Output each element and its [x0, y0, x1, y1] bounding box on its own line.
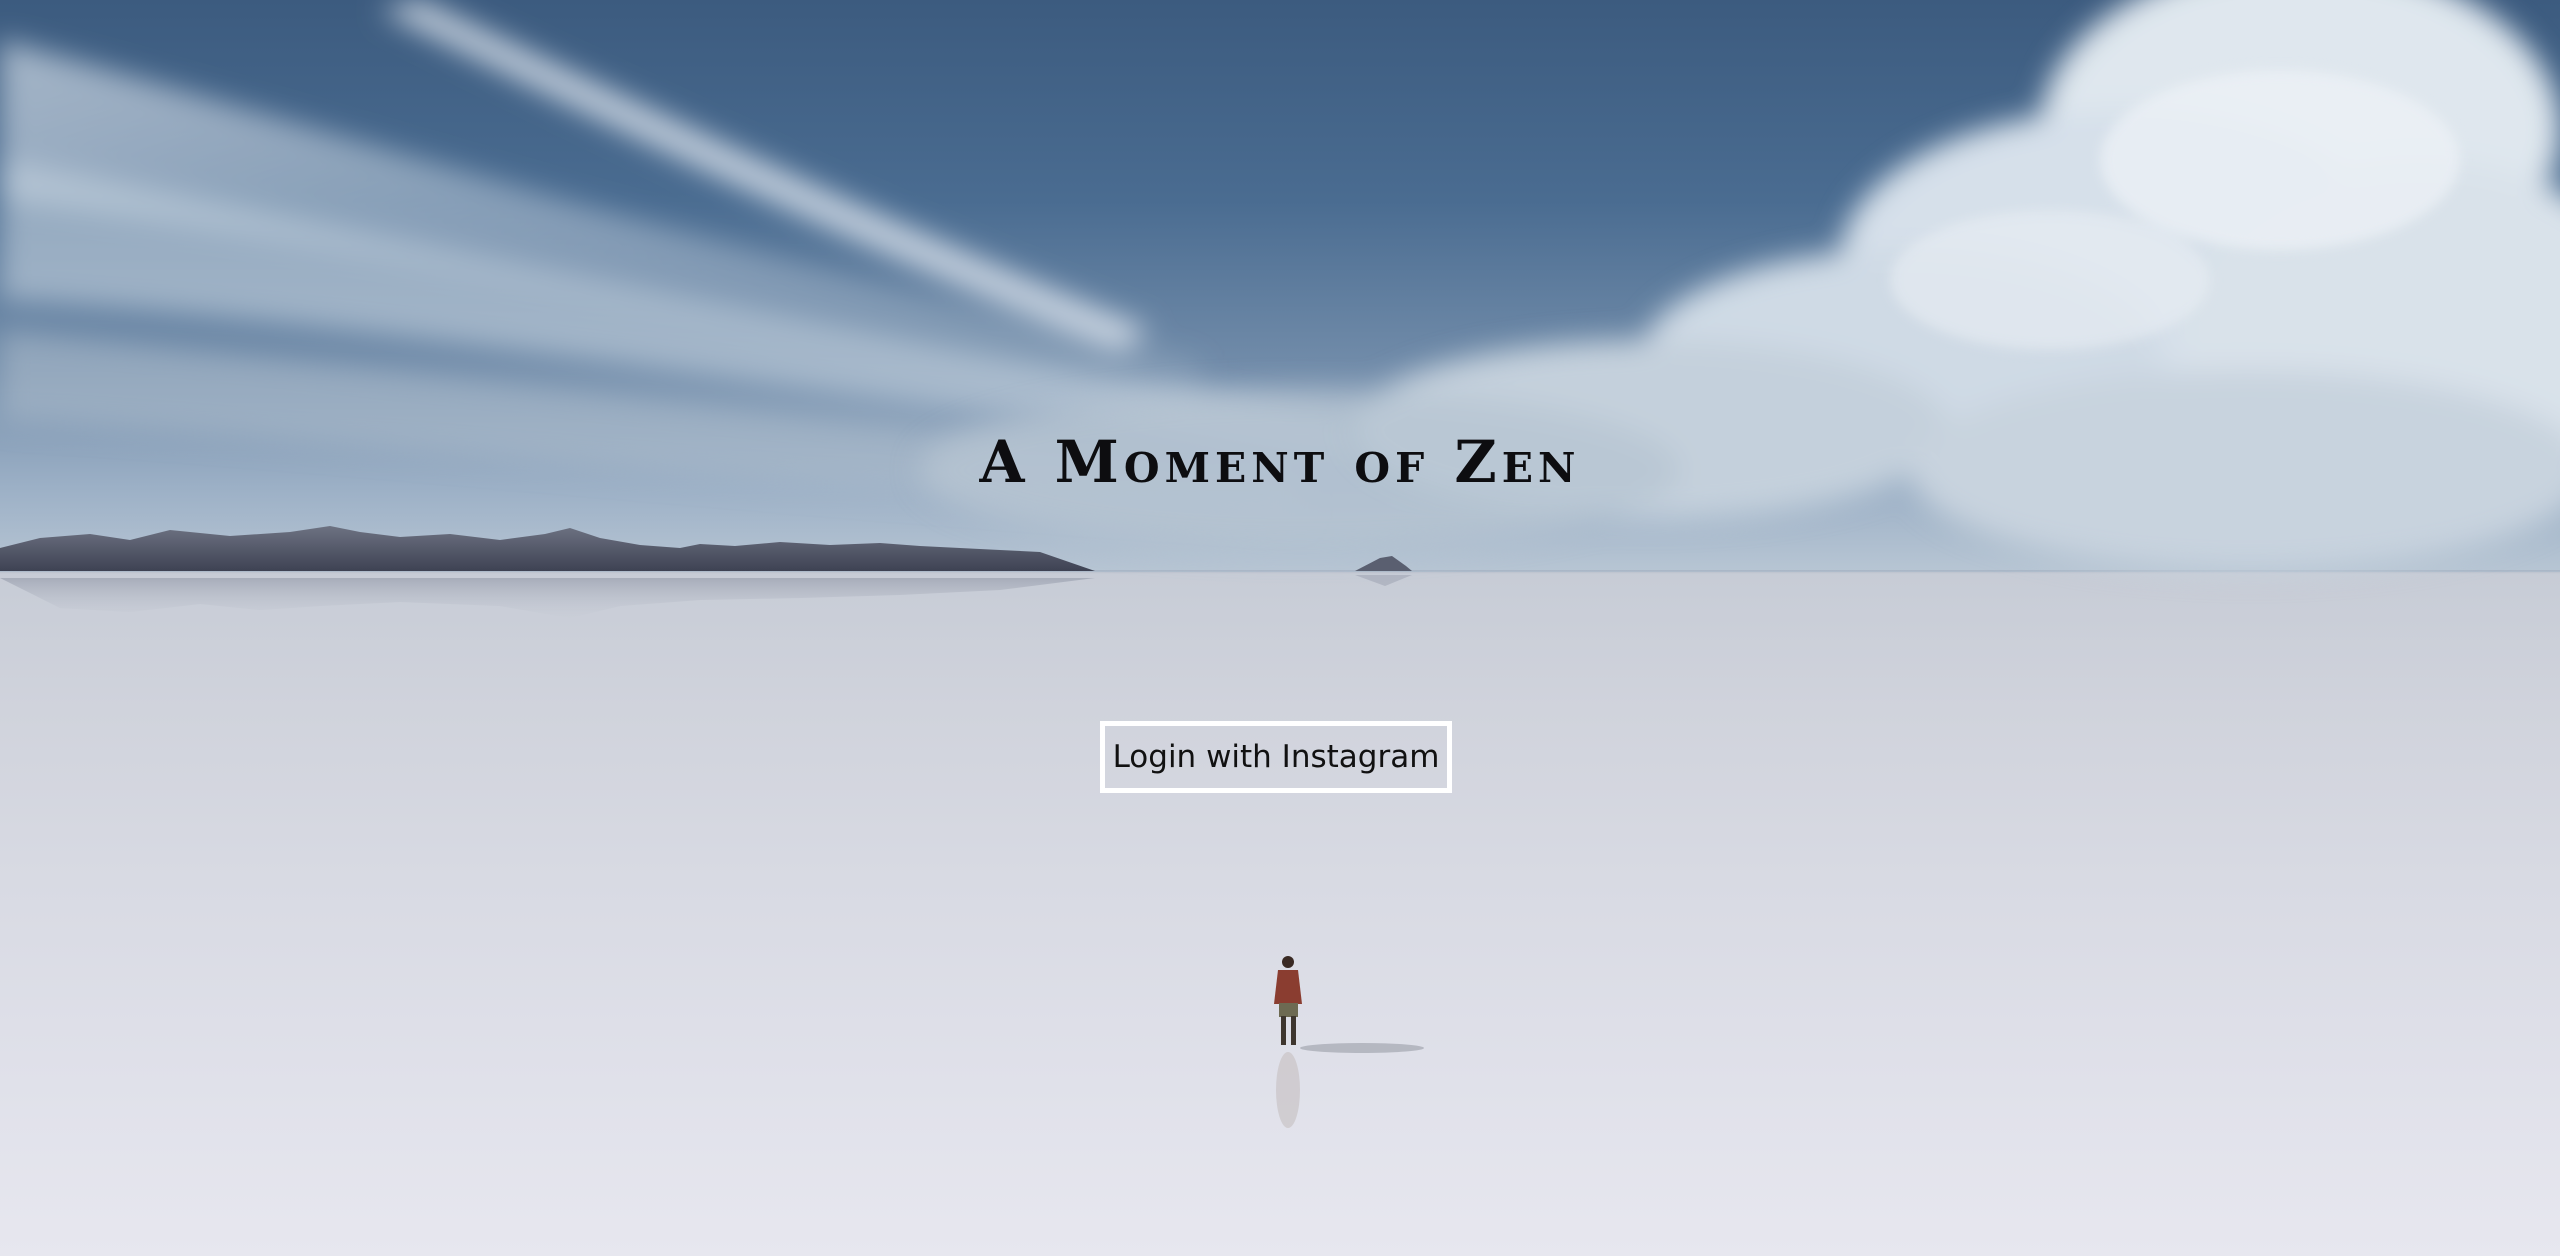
mountain-range — [0, 526, 1095, 571]
walker-reflection — [1276, 1052, 1300, 1128]
mountain-peak-small — [1355, 556, 1412, 571]
peak-reflection — [1355, 575, 1412, 586]
page-title: A Moment of Zen — [979, 428, 1581, 496]
login-with-instagram-button[interactable]: Login with Instagram — [1100, 721, 1452, 793]
landing-page: A Moment of Zen Login with Instagram — [0, 0, 2560, 1256]
mountain-reflection — [0, 578, 1095, 618]
walker-shadow — [1300, 1043, 1424, 1053]
walker-figure — [1274, 956, 1424, 1128]
landscape-illustration — [0, 0, 2560, 1128]
